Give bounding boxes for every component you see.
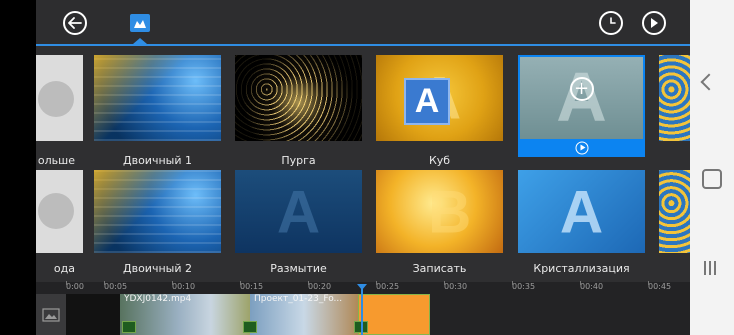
play-icon — [651, 18, 658, 28]
home-nav-icon[interactable] — [702, 169, 722, 189]
effect-tile-selected[interactable]: A + — [518, 55, 645, 157]
letter-a-graphic: B — [427, 178, 472, 245]
time-tick: 00:25 — [376, 281, 400, 291]
letter-a-graphic: A — [559, 178, 604, 245]
timeline[interactable]: 0:00 00:05 00:10 00:15 00:20 00:25 00:30… — [36, 281, 690, 335]
effect-label: ольше — [37, 154, 75, 167]
effect-label: Пурга — [281, 154, 316, 167]
effect-tile-binary-1[interactable]: Двоичный 1 — [94, 55, 221, 167]
image-icon — [42, 307, 60, 322]
effects-grid: ольше Двоичный 1 Пурга A A Куб A — [36, 55, 690, 275]
top-toolbar — [36, 0, 690, 44]
time-tick: 00:30 — [444, 281, 468, 291]
video-clip[interactable]: YDXJ0142.mp4 — [120, 294, 250, 335]
effect-clip[interactable] — [358, 294, 430, 335]
recents-nav-icon[interactable] — [704, 261, 716, 275]
history-button[interactable] — [599, 11, 623, 35]
time-tick: 00:05 — [104, 281, 128, 291]
track-media-icon[interactable] — [36, 294, 66, 335]
time-tick: 00:20 — [308, 281, 332, 291]
transition-icon[interactable] — [243, 321, 257, 333]
effect-thumbnail — [94, 170, 221, 253]
effect-tile-more[interactable]: ольше — [36, 55, 83, 167]
cube-graphic: A — [404, 78, 450, 125]
screen-content: ольше Двоичный 1 Пурга A A Куб A — [36, 0, 690, 335]
editor-screen: ольше Двоичный 1 Пурга A A Куб A — [0, 0, 690, 335]
effect-label: Куб — [428, 154, 451, 167]
effect-tile-blur[interactable]: A Размытие — [235, 170, 362, 275]
effect-label: Размытие — [270, 262, 327, 275]
effect-label: Записать — [412, 262, 467, 275]
effect-tile-record[interactable]: B Записать — [376, 170, 503, 275]
back-nav-icon[interactable] — [700, 73, 718, 91]
clip-title: Проект_01-23_Fo... — [254, 294, 343, 304]
time-tick: 0:00 — [66, 281, 84, 291]
effect-label: Кристаллизация — [533, 262, 630, 275]
time-tick: 00:45 — [648, 281, 672, 291]
clip-title: YDXJ0142.mp4 — [124, 294, 192, 304]
effect-tile-partial[interactable] — [659, 55, 690, 167]
effect-thumbnail — [94, 55, 221, 141]
effect-label: Двоичный 2 — [123, 262, 192, 275]
effect-tile-binary-2[interactable]: Двоичный 2 — [94, 170, 221, 275]
clock-icon — [610, 17, 616, 24]
effect-tile-partial-left[interactable]: ода — [36, 170, 83, 275]
system-nav-bar — [690, 0, 734, 335]
back-button[interactable] — [63, 11, 87, 35]
effect-label: ода — [53, 262, 75, 275]
cloud-icon — [38, 81, 74, 117]
effect-tile-blizzard[interactable]: Пурга — [235, 55, 362, 167]
letter-a-graphic: A — [276, 178, 321, 245]
effect-thumbnail: A — [235, 170, 362, 253]
effect-label: Двоичный 1 — [123, 154, 192, 167]
effect-thumbnail — [36, 55, 83, 141]
effect-tile-partial-2[interactable] — [659, 170, 690, 275]
effect-tile-crystal[interactable]: A Кристаллизация — [518, 170, 645, 275]
time-tick: 00:15 — [240, 281, 264, 291]
effect-thumbnail: B — [376, 170, 503, 253]
effect-thumbnail — [659, 170, 690, 253]
toolbar-divider — [36, 44, 690, 46]
time-tick: 00:10 — [172, 281, 196, 291]
effect-thumbnail: A A — [376, 55, 503, 141]
back-arrow-icon — [68, 17, 82, 29]
empty-track-area — [66, 294, 120, 335]
screen-edge — [0, 0, 36, 335]
effect-thumbnail — [659, 55, 690, 141]
playhead[interactable] — [357, 284, 367, 335]
selection-outline — [518, 55, 645, 157]
effect-thumbnail: A — [518, 170, 645, 253]
partial-icon — [38, 193, 74, 229]
video-clip[interactable]: Проект_01-23_Fo... — [250, 294, 358, 335]
transition-icon[interactable] — [122, 321, 136, 333]
effect-thumbnail — [36, 170, 83, 253]
effect-tile-cube[interactable]: A A Куб — [376, 55, 503, 167]
play-button[interactable] — [642, 11, 666, 35]
effect-thumbnail — [235, 55, 362, 141]
particle-effects-tab[interactable] — [130, 14, 150, 32]
time-tick: 00:40 — [580, 281, 604, 291]
time-tick: 00:35 — [512, 281, 536, 291]
